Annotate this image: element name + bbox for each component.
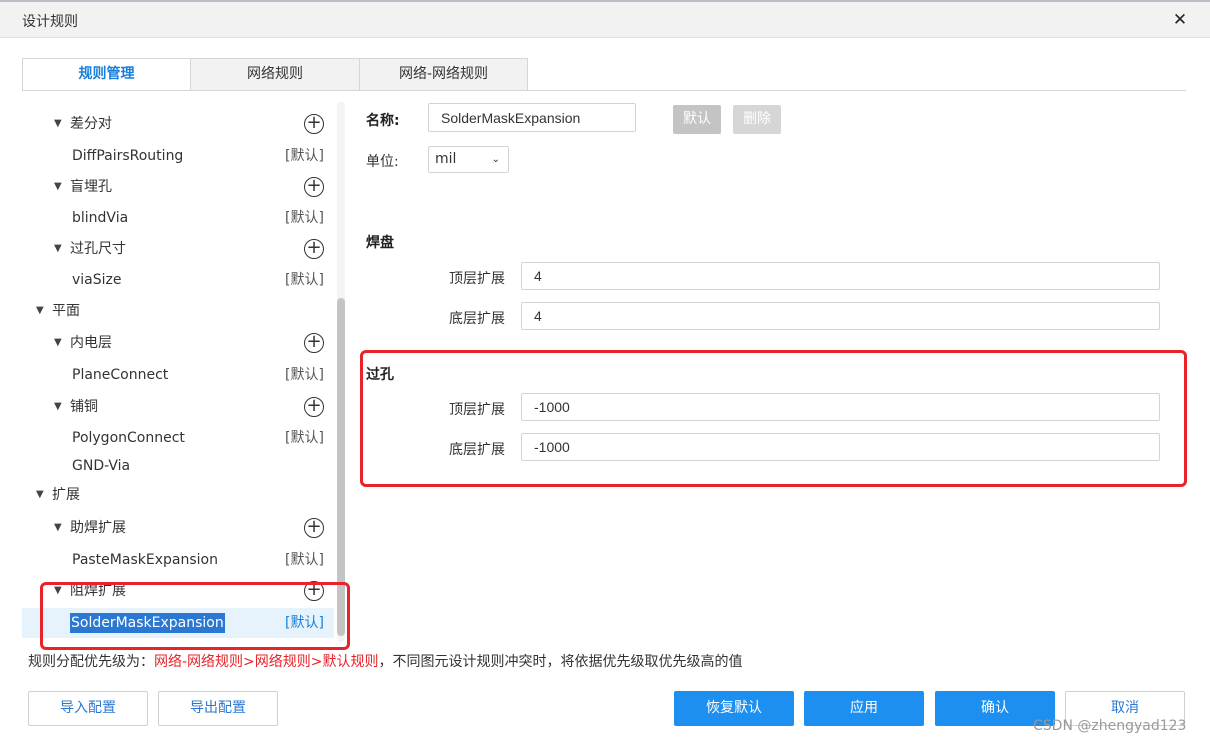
pad-bottom-expansion-input[interactable]	[521, 302, 1160, 330]
tree-item-label: 扩展	[52, 487, 80, 503]
chevron-down-icon: ⌄	[491, 154, 500, 165]
tree-group-blind-via[interactable]: ▼ 盲埋孔 +	[22, 172, 334, 202]
caret-down-icon[interactable]: ▼	[54, 392, 62, 422]
pad-top-label: 顶层扩展	[449, 271, 505, 287]
tree-rule-blindvia[interactable]: blindVia [默认]	[22, 203, 334, 233]
caret-down-icon[interactable]: ▼	[54, 234, 62, 264]
tree-rule-viasize[interactable]: viaSize [默认]	[22, 265, 334, 295]
default-tag: [默认]	[285, 148, 324, 164]
tree-item-label: PasteMaskExpansion	[72, 552, 218, 568]
unit-label: 单位:	[366, 154, 399, 170]
caret-down-icon[interactable]: ▼	[54, 513, 62, 543]
caret-down-icon[interactable]: ▼	[36, 296, 44, 326]
tree-item-label: GND-Via	[72, 458, 131, 474]
caret-down-icon[interactable]: ▼	[36, 480, 44, 510]
rule-tree: ▼ 差分对 + DiffPairsRouting [默认] ▼ 盲埋孔 + bl…	[22, 102, 334, 642]
caret-down-icon[interactable]: ▼	[54, 328, 62, 358]
tab-net-rules[interactable]: 网络规则	[190, 58, 360, 91]
apply-button[interactable]: 应用	[804, 691, 924, 726]
tree-group-via-size[interactable]: ▼ 过孔尺寸 +	[22, 234, 334, 264]
dialog-titlebar: 设计规则 ✕	[0, 2, 1210, 38]
add-rule-icon[interactable]: +	[304, 397, 324, 417]
hint-prefix: 规则分配优先级为：	[28, 654, 154, 670]
pad-top-expansion-input[interactable]	[521, 262, 1160, 290]
add-rule-icon[interactable]: +	[304, 239, 324, 259]
default-button[interactable]: 默认	[673, 105, 721, 134]
tab-net-to-net-rules[interactable]: 网络-网络规则	[359, 58, 528, 91]
export-config-button[interactable]: 导出配置	[158, 691, 278, 726]
import-config-button[interactable]: 导入配置	[28, 691, 148, 726]
tree-item-label: 差分对	[70, 116, 112, 132]
default-tag: [默认]	[285, 272, 324, 288]
tree-item-label: 助焊扩展	[70, 520, 126, 536]
via-annotation-box	[360, 350, 1187, 487]
default-tag: [默认]	[285, 430, 324, 446]
tree-item-label: 铺铜	[70, 399, 98, 415]
default-tag: [默认]	[285, 367, 324, 383]
add-rule-icon[interactable]: +	[304, 518, 324, 538]
tree-rule-diffpairsrouting[interactable]: DiffPairsRouting [默认]	[22, 141, 334, 171]
hint-priority: 网络-网络规则>网络规则>默认规则	[154, 654, 379, 670]
tree-rule-polygonconnect[interactable]: PolygonConnect [默认]	[22, 423, 334, 453]
dialog-title: 设计规则	[22, 14, 78, 30]
name-label: 名称:	[366, 113, 400, 129]
pad-bottom-label: 底层扩展	[449, 311, 505, 327]
tree-rule-gnd-via[interactable]: GND-Via	[22, 451, 334, 481]
tree-item-label: PolygonConnect	[72, 430, 185, 446]
tree-annotation-box	[40, 582, 350, 650]
restore-default-button[interactable]: 恢复默认	[674, 691, 794, 726]
tree-item-label: 内电层	[70, 335, 112, 351]
delete-button[interactable]: 删除	[733, 105, 781, 134]
priority-hint: 规则分配优先级为：网络-网络规则>网络规则>默认规则，不同图元设计规则冲突时，将…	[28, 651, 743, 671]
tree-group-copper-pour[interactable]: ▼ 铺铜 +	[22, 392, 334, 422]
hint-suffix: ，不同图元设计规则冲突时，将依据优先级取优先级高的值	[378, 654, 743, 670]
watermark: CSDN @zhengyad123	[1033, 718, 1187, 734]
add-rule-icon[interactable]: +	[304, 114, 324, 134]
tree-category-expansion[interactable]: ▼ 扩展	[22, 480, 334, 510]
caret-down-icon[interactable]: ▼	[54, 172, 62, 202]
tree-rule-pastemaskexpansion[interactable]: PasteMaskExpansion [默认]	[22, 545, 334, 575]
tab-divider	[22, 90, 1186, 91]
tree-group-diff-pair[interactable]: ▼ 差分对 +	[22, 109, 334, 139]
tree-rule-planeconnect[interactable]: PlaneConnect [默认]	[22, 360, 334, 390]
rule-name-input[interactable]	[428, 103, 636, 132]
tree-item-label: DiffPairsRouting	[72, 148, 184, 164]
tree-group-inner-layer[interactable]: ▼ 内电层 +	[22, 328, 334, 358]
add-rule-icon[interactable]: +	[304, 333, 324, 353]
tree-item-label: 盲埋孔	[70, 179, 112, 195]
tab-label: 规则管理	[78, 66, 135, 82]
unit-select[interactable]: mil ⌄	[428, 146, 509, 173]
default-tag: [默认]	[285, 552, 324, 568]
tree-item-label: blindVia	[72, 210, 129, 226]
tab-label: 网络-网络规则	[398, 66, 489, 82]
tree-item-label: PlaneConnect	[72, 367, 169, 383]
add-rule-icon[interactable]: +	[304, 177, 324, 197]
unit-value: mil	[435, 151, 457, 167]
tree-item-label: 过孔尺寸	[70, 241, 126, 257]
caret-down-icon[interactable]: ▼	[54, 109, 62, 139]
tree-item-label: viaSize	[72, 272, 122, 288]
close-icon[interactable]: ✕	[1170, 8, 1190, 32]
default-tag: [默认]	[285, 210, 324, 226]
tab-rule-management[interactable]: 规则管理	[22, 58, 191, 91]
tree-category-plane[interactable]: ▼ 平面	[22, 296, 334, 326]
pad-section-title: 焊盘	[366, 235, 394, 251]
tree-group-paste-mask[interactable]: ▼ 助焊扩展 +	[22, 513, 334, 543]
tab-label: 网络规则	[247, 66, 303, 82]
tree-item-label: 平面	[52, 303, 80, 319]
